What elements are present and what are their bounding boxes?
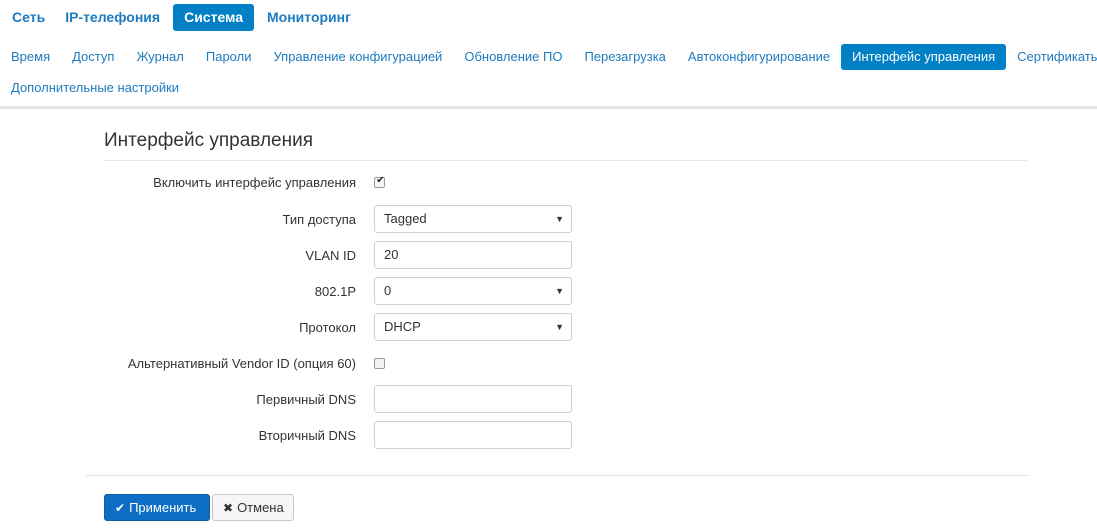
alt-vendor-checkbox[interactable] (374, 358, 385, 369)
form-row-protocol: Протокол DHCP ▼ (0, 313, 1097, 343)
access-type-label: Тип доступа (282, 212, 356, 227)
cancel-button-label: Отмена (237, 500, 284, 515)
priority-label: 802.1P (314, 284, 356, 299)
close-icon: ✖ (223, 501, 234, 515)
sub-nav-certificates[interactable]: Сертификаты (1006, 44, 1097, 70)
apply-button-label: Применить (129, 500, 197, 515)
vlan-id-label: VLAN ID (305, 248, 356, 263)
protocol-value: DHCP (384, 319, 421, 334)
form-row-access-type: Тип доступа Tagged ▼ (0, 205, 1097, 235)
primary-dns-label: Первичный DNS (256, 392, 356, 407)
form-row-vlan-id: VLAN ID 20 (0, 241, 1097, 271)
sub-nav-row: Время Доступ Журнал Пароли Управление ко… (0, 44, 1097, 70)
access-type-select[interactable]: Tagged ▼ (374, 205, 572, 233)
sub-nav: Время Доступ Журнал Пароли Управление ко… (0, 44, 1097, 101)
form-row-alt-vendor: Альтернативный Vendor ID (опция 60) (0, 349, 1097, 379)
top-nav-monitoring[interactable]: Мониторинг (257, 4, 361, 31)
priority-value: 0 (384, 283, 392, 298)
form-row-secondary-dns: Вторичный DNS (0, 421, 1097, 451)
nav-divider (0, 106, 1097, 109)
form-footer-divider (86, 475, 1028, 476)
alt-vendor-label: Альтернативный Vendor ID (опция 60) (127, 356, 356, 371)
dropdown-arrow-icon: ▼ (555, 322, 564, 332)
sub-nav-passwords[interactable]: Пароли (195, 44, 263, 70)
sub-nav-access[interactable]: Доступ (61, 44, 125, 70)
protocol-select[interactable]: DHCP ▼ (374, 313, 572, 341)
sub-nav-management-interface[interactable]: Интерфейс управления (841, 44, 1007, 70)
secondary-dns-label: Вторичный DNS (258, 428, 356, 443)
dropdown-arrow-icon: ▼ (555, 286, 564, 296)
check-icon: ✔ (376, 175, 385, 186)
sub-nav-autoconfig[interactable]: Автоконфигурирование (677, 44, 841, 70)
vlan-id-input[interactable]: 20 (374, 241, 572, 269)
sub-nav-config-management[interactable]: Управление конфигурацией (262, 44, 453, 70)
form-row-primary-dns: Первичный DNS (0, 385, 1097, 415)
dropdown-arrow-icon: ▼ (555, 214, 564, 224)
form-row-enable: Включить интерфейс управления ✔ (0, 168, 1097, 198)
top-nav-system[interactable]: Система (173, 4, 254, 31)
sub-nav-reboot[interactable]: Перезагрузка (573, 44, 676, 70)
checkmark-icon: ✔ (115, 501, 126, 515)
primary-dns-input[interactable] (374, 385, 572, 413)
page-title: Интерфейс управления (104, 130, 313, 151)
cancel-button[interactable]: ✖ Отмена (212, 494, 294, 521)
access-type-value: Tagged (384, 211, 427, 226)
enable-checkbox[interactable]: ✔ (374, 175, 385, 188)
title-divider (104, 160, 1027, 161)
apply-button[interactable]: ✔ Применить (104, 494, 210, 521)
sub-nav-firmware-update[interactable]: Обновление ПО (453, 44, 573, 70)
form-row-802-1p: 802.1P 0 ▼ (0, 277, 1097, 307)
sub-nav-log[interactable]: Журнал (125, 44, 194, 70)
top-nav-network[interactable]: Сеть (0, 4, 55, 31)
protocol-label: Протокол (299, 320, 356, 335)
enable-label: Включить интерфейс управления (153, 175, 356, 190)
sub-nav-additional-settings[interactable]: Дополнительные настройки (0, 75, 190, 101)
top-nav-ip-telephony[interactable]: IP-телефония (55, 4, 170, 31)
sub-nav-row: Дополнительные настройки (0, 75, 1097, 101)
sub-nav-time[interactable]: Время (0, 44, 61, 70)
secondary-dns-input[interactable] (374, 421, 572, 449)
priority-select[interactable]: 0 ▼ (374, 277, 572, 305)
top-nav: Сеть IP-телефония Система Мониторинг (0, 4, 361, 31)
